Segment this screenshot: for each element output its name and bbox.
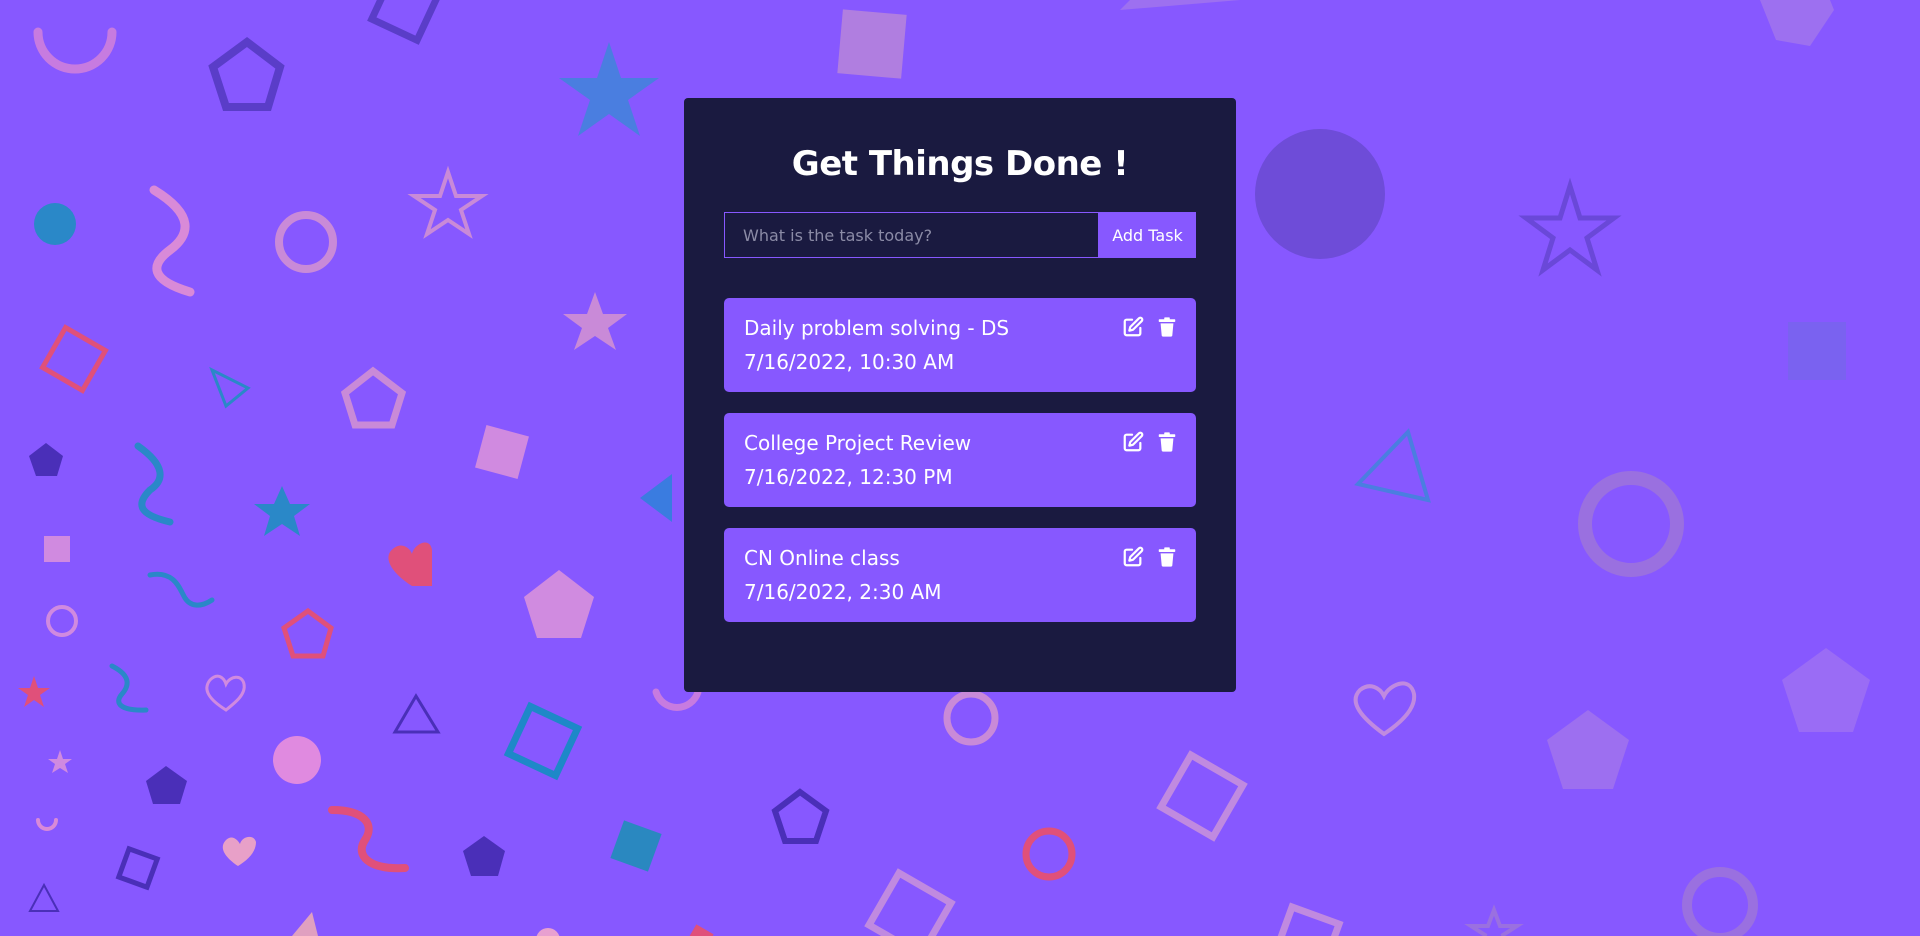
task-item: Daily problem solving - DS 7/16/2022, 10… [724,298,1196,392]
add-task-form: Add Task [724,212,1196,258]
circle-shape [1255,129,1385,259]
square-shape [686,924,714,936]
arc-shape [652,688,702,711]
star-shape [559,42,659,136]
square-shape [864,868,956,936]
trash-icon[interactable] [1156,431,1178,453]
edit-icon[interactable] [1122,431,1144,453]
squiggle-shape [328,806,409,873]
star-shape [1464,904,1524,936]
arc-shape [36,818,58,831]
circle-shape [1682,867,1758,936]
circle-shape [46,605,78,637]
squiggle-shape [147,571,215,608]
square-shape [39,324,109,394]
task-actions [1122,546,1178,568]
star-shape [407,165,489,239]
pentagon-shape [771,788,830,844]
triangle-shape [292,912,318,936]
task-list: Daily problem solving - DS 7/16/2022, 10… [724,298,1196,622]
circle-shape [34,203,76,245]
pentagon-shape [463,836,505,876]
triangle-shape [1354,428,1431,503]
square-shape [1788,322,1846,380]
heart-shape [205,674,246,712]
pentagon-shape [281,607,334,659]
trash-icon[interactable] [1156,546,1178,568]
circle-shape [275,211,337,273]
triangle-shape [640,474,672,522]
task-date: 7/16/2022, 10:30 AM [744,350,955,374]
task-name: Daily problem solving - DS [744,316,1010,340]
square-shape [367,0,443,45]
trash-icon[interactable] [1156,316,1178,338]
task-input[interactable] [724,212,1099,258]
square-shape [44,536,70,562]
hexagon-shape [1760,0,1834,46]
triangle-shape [1120,0,1240,10]
triangle-shape [28,882,60,912]
square-shape [503,701,583,781]
star-shape [48,750,72,773]
squiggle-shape [149,185,195,297]
circle-shape [273,736,321,784]
star-shape [563,292,627,350]
pentagon-shape [1547,710,1629,789]
pentagon-shape [340,366,407,429]
page-title: Get Things Done ! [791,144,1129,184]
square-shape [115,845,161,891]
squiggle-shape [109,663,149,713]
edit-icon[interactable] [1122,546,1144,568]
task-actions [1122,316,1178,338]
circle-shape [1022,827,1076,881]
star-shape [18,676,50,707]
heart-shape [222,836,256,866]
task-actions [1122,431,1178,453]
task-item: CN Online class 7/16/2022, 2:30 AM [724,528,1196,622]
pentagon-shape [29,443,63,476]
square-shape [1156,750,1248,842]
heart-shape [1353,681,1417,737]
circle-shape [1578,471,1684,577]
todo-card: Get Things Done ! Add Task Daily problem… [684,98,1236,692]
task-name: College Project Review [744,431,972,455]
task-item: College Project Review 7/16/2022, 12:30 … [724,413,1196,507]
task-date: 7/16/2022, 12:30 PM [744,465,953,489]
pentagon-shape [524,570,594,638]
square-shape [475,425,529,479]
arc-shape [33,27,117,74]
task-name: CN Online class [744,546,900,570]
pentagon-shape [1782,648,1870,732]
pentagon-shape [146,766,187,804]
circle-shape [536,928,560,936]
square-shape [1270,902,1344,936]
pentagon-shape [208,37,285,111]
add-task-button[interactable]: Add Task [1099,212,1196,258]
edit-icon[interactable] [1122,316,1144,338]
heart-shape [388,542,432,586]
star-shape [254,486,310,536]
square-shape [610,820,662,872]
star-shape [1518,177,1622,277]
task-date: 7/16/2022, 2:30 AM [744,580,942,604]
squiggle-shape [134,442,174,526]
circle-shape [943,690,999,746]
square-shape [837,9,907,79]
triangle-shape [392,693,441,734]
triangle-shape [209,366,251,409]
